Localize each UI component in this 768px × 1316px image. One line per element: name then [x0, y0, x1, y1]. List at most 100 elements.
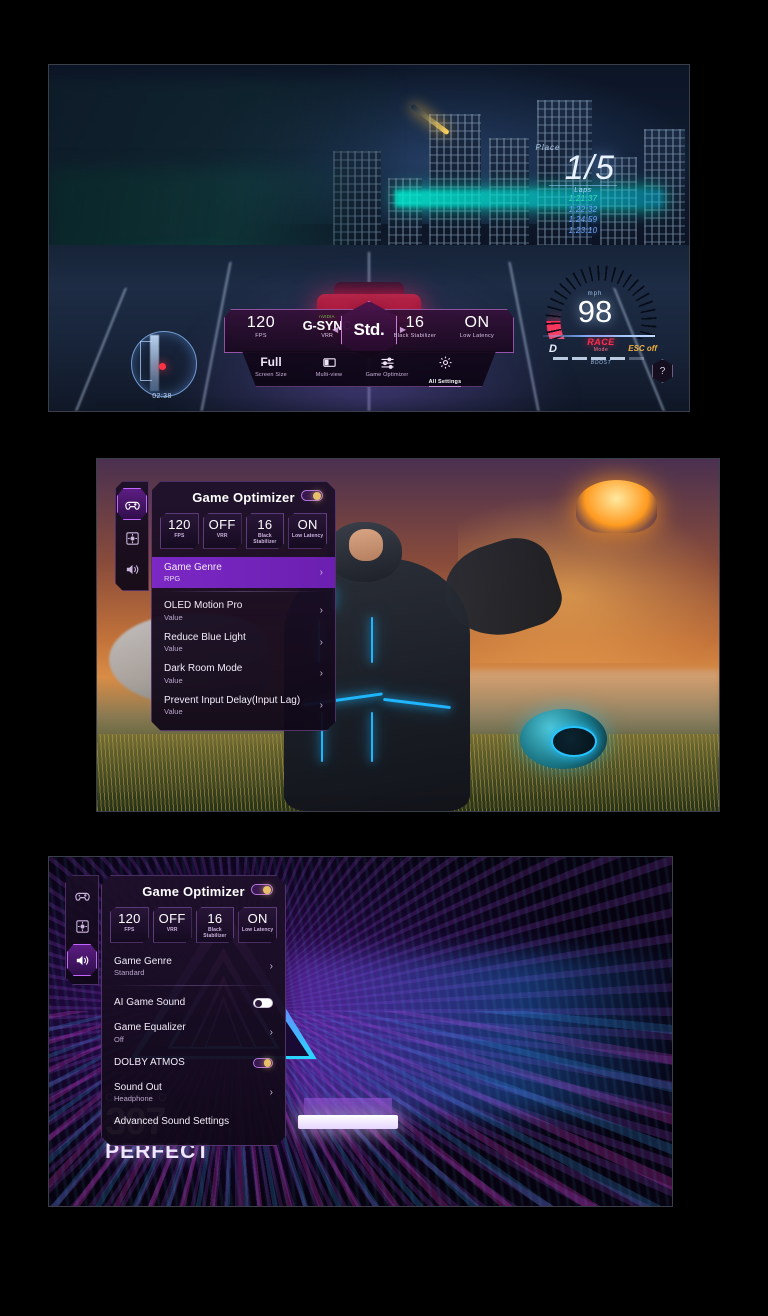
stat-key: VRR [166, 926, 178, 933]
stat-value: 16 [257, 517, 273, 532]
sidebar-item-sound[interactable] [118, 556, 146, 582]
menu-divider [112, 985, 275, 986]
quick-stat-low-latency[interactable]: ON Low Latency [446, 314, 508, 339]
rpg-category-sidebar [115, 481, 149, 591]
gear-icon [416, 354, 474, 370]
chevron-right-icon: › [269, 960, 273, 972]
rhythm-game-optimizer-overlay: Game Optimizer 120 FPS OFF VRR 16 Black … [65, 875, 286, 1146]
quick-stat-key: Low Latency [459, 332, 495, 339]
screen-size-label: Screen Size [255, 372, 287, 378]
stat-value: ON [247, 911, 268, 926]
stat-key: Black Stabilizer [203, 926, 227, 939]
menu-item-value: Value [164, 612, 183, 622]
laps-header: Laps [549, 185, 617, 194]
character-face [348, 529, 384, 562]
menu-divider [162, 591, 325, 592]
sidebar-item-picture[interactable] [68, 913, 96, 939]
sidebar-item-game[interactable] [68, 882, 96, 908]
menu-item-ai-game-sound[interactable]: AI Game Sound [102, 989, 285, 1017]
menu-item-label: Reduce Blue Light [164, 631, 246, 643]
menu-item-value: Headphone [114, 1094, 153, 1104]
rpg-game-optimizer-card: Game Optimizer 120 FPS OFF VRR 16 Black … [151, 481, 336, 731]
place-total: 5 [595, 149, 615, 187]
stat-key: Low Latency [241, 926, 274, 933]
rpg-stat-low-latency[interactable]: ON Low Latency [288, 513, 327, 549]
rpg-stat-fps[interactable]: 120 FPS [160, 513, 199, 549]
menu-item-value: Off [114, 1034, 124, 1044]
chevron-right-icon: › [319, 566, 323, 578]
stat-key: Black Stabilizer [253, 532, 277, 545]
sidebar-item-game[interactable] [117, 488, 147, 520]
game-optimizer-button[interactable]: Game Optimizer [358, 354, 416, 378]
menu-item-label: Prevent Input Delay(Input Lag) [164, 694, 301, 706]
screen-size-button[interactable]: Full Screen Size [242, 354, 300, 378]
ai-game-sound-switch[interactable] [253, 998, 273, 1008]
fire-jellyfish-creature [575, 480, 657, 533]
stat-value: 120 [168, 517, 191, 532]
racing-screen: 02:38 Place 1/5 Laps 1:21:37 1:22:32 1:2… [49, 65, 689, 411]
stat-key: Low Latency [291, 532, 324, 539]
multi-view-button[interactable]: Multi-view [300, 354, 358, 378]
game-optimizer-label: Game Optimizer [365, 372, 409, 378]
dolby-atmos-switch[interactable] [253, 1058, 273, 1068]
stat-value: 16 [207, 911, 223, 926]
stat-key: FPS [124, 926, 135, 933]
boost-bar: BOOST [553, 355, 649, 366]
sidebar-item-sound[interactable] [67, 944, 97, 976]
chevron-right-icon: › [269, 1086, 273, 1098]
rhythm-stat-fps[interactable]: 120 FPS [110, 907, 149, 943]
lap-time-row: 1:21:37 [568, 194, 598, 203]
menu-item-reduce-blue-light[interactable]: Reduce Blue Light Value › [152, 627, 335, 659]
prev-preset-arrow[interactable]: ◀ [332, 325, 338, 334]
rpg-stat-vrr[interactable]: OFF VRR [203, 513, 242, 549]
menu-item-value: RPG [164, 574, 181, 584]
menu-item-game-equalizer[interactable]: Game Equalizer Off › [102, 1017, 285, 1049]
minimap-time: 02:38 [152, 393, 172, 400]
quick-stat-key: Black Stabilizer [393, 332, 437, 339]
quick-stat-black-stabilizer[interactable]: 16 Black Stabilizer [384, 314, 446, 339]
lap-time-row: 1:22:32 [568, 204, 598, 214]
lap-times-list: Laps 1:21:37 1:22:32 1:24:59 1:23:10 [549, 185, 617, 237]
rhythm-category-sidebar [65, 875, 99, 985]
quick-stat-value: ON [464, 314, 490, 331]
rhythm-stat-low-latency[interactable]: ON Low Latency [238, 907, 277, 943]
multi-view-label: Multi-view [315, 372, 343, 378]
minimap: 02:38 [117, 331, 207, 400]
menu-item-value: Value [164, 675, 183, 685]
menu-item-oled-motion-pro[interactable]: OLED Motion Pro Value › [152, 595, 335, 627]
rpg-power-toggle[interactable] [301, 490, 323, 501]
menu-item-prevent-input-delay[interactable]: Prevent Input Delay(Input Lag) Value › [152, 690, 335, 722]
menu-item-label: Game Genre [164, 561, 222, 573]
rhythm-stat-black-stabilizer[interactable]: 16 Black Stabilizer [196, 907, 235, 943]
boost-label: BOOST [590, 360, 612, 366]
rhythm-power-toggle[interactable] [251, 884, 273, 895]
rpg-stats-row: 120 FPS OFF VRR 16 Black Stabilizer ON L… [152, 513, 335, 557]
chevron-right-icon: › [319, 699, 323, 711]
multi-view-icon [300, 354, 358, 370]
quick-stat-fps[interactable]: 120 FPS [230, 314, 292, 339]
sliders-icon [358, 354, 416, 370]
all-settings-label: All Settings [428, 379, 462, 387]
rpg-card-title: Game Optimizer [192, 490, 295, 505]
rpg-stat-black-stabilizer[interactable]: 16 Black Stabilizer [246, 513, 285, 549]
racing-tv-panel: 02:38 Place 1/5 Laps 1:21:37 1:22:32 1:2… [48, 64, 690, 412]
menu-item-value: Value [164, 644, 183, 654]
stat-value: OFF [208, 517, 236, 532]
rhythm-stat-vrr[interactable]: OFF VRR [153, 907, 192, 943]
gear-indicator: D [549, 343, 557, 355]
menu-item-sound-out[interactable]: Sound Out Headphone › [102, 1077, 285, 1109]
stat-key: FPS [174, 532, 185, 539]
menu-item-game-genre[interactable]: Game Genre RPG › [152, 557, 335, 589]
menu-item-advanced-sound-settings[interactable]: Advanced Sound Settings [102, 1108, 285, 1136]
racing-quick-menu: 120 FPS nVIDIA G-SYNC VRR ◀ Std. ▶ 16 Bl… [224, 301, 514, 388]
menu-item-dark-room-mode[interactable]: Dark Room Mode Value › [152, 658, 335, 690]
menu-item-game-genre[interactable]: Game Genre Standard › [102, 951, 285, 983]
menu-item-label: Game Genre [114, 955, 172, 967]
all-settings-button[interactable]: All Settings [416, 354, 474, 388]
menu-item-value: Standard [114, 968, 145, 978]
menu-item-label: AI Game Sound [114, 997, 186, 1009]
sidebar-item-picture[interactable] [118, 525, 146, 551]
chevron-right-icon: › [319, 636, 323, 648]
chevron-right-icon: › [269, 1027, 273, 1039]
menu-item-dolby-atmos[interactable]: DOLBY ATMOS [102, 1049, 285, 1077]
